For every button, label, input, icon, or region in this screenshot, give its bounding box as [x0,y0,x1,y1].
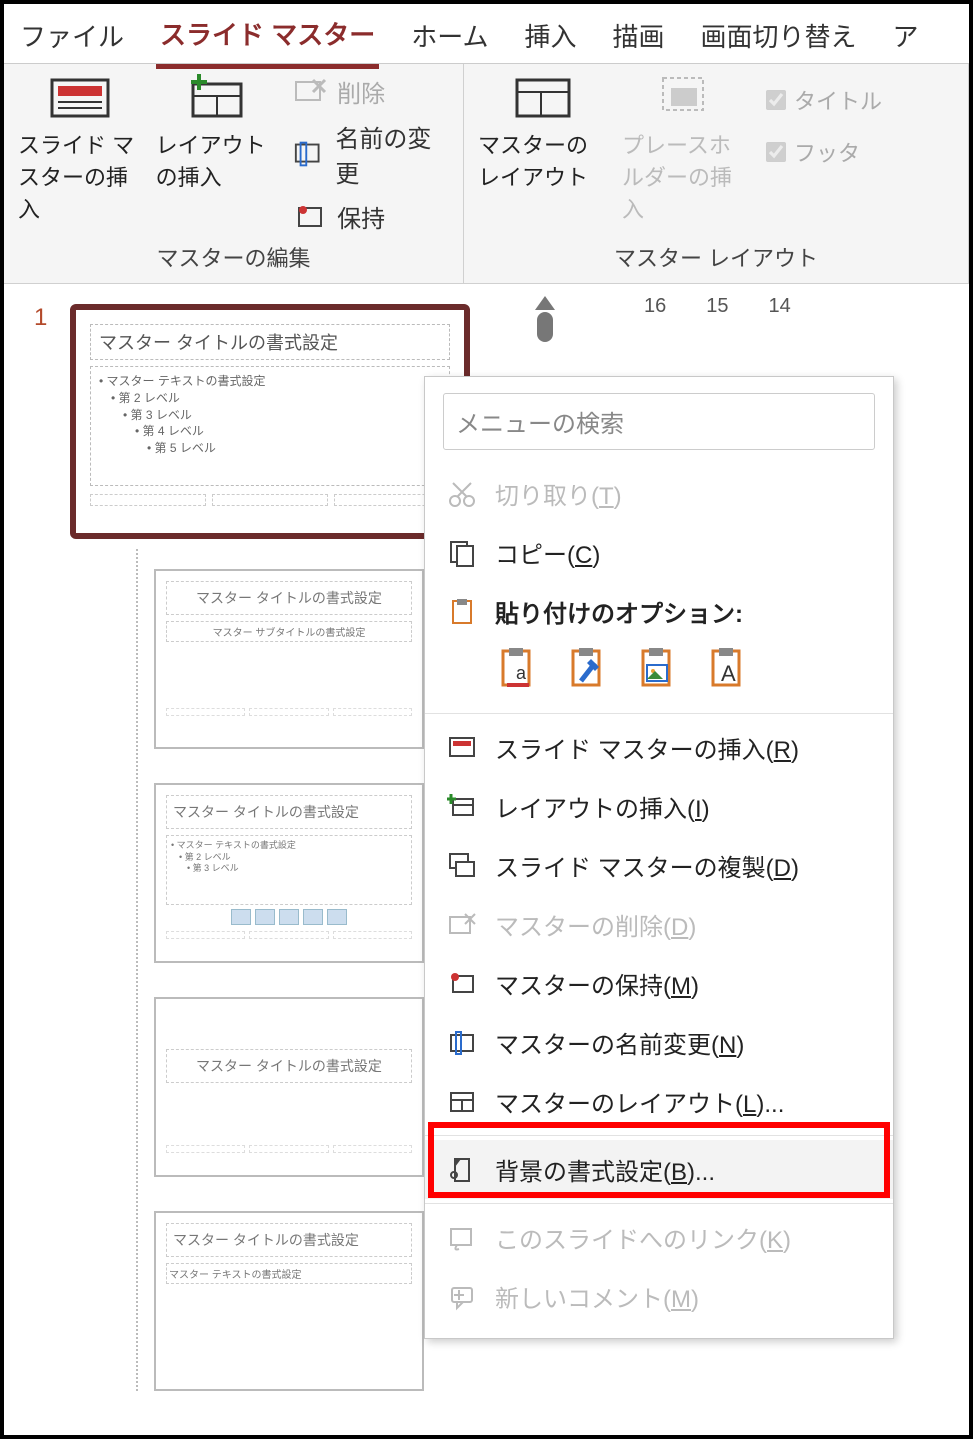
insert-layout-button[interactable]: レイアウトの挿入 [156,74,280,192]
menu-paste-options-header: 貼り付けのオプション: [425,582,893,641]
layout-thumbnail[interactable]: マスター タイトルの書式設定 [154,997,424,1177]
master-slide-thumbnail[interactable]: マスター タイトルの書式設定 • マスター テキストの書式設定 • 第 2 レベ… [70,304,470,539]
layout-thumbnail[interactable]: マスター タイトルの書式設定 マスター サブタイトルの書式設定 [154,569,424,749]
preserve-button[interactable]: 保持 [293,199,449,234]
tab-slide-master[interactable]: スライド マスター [156,9,379,69]
thumb-title: マスター タイトルの書式設定 [166,581,412,615]
tab-insert[interactable]: 挿入 [520,11,580,66]
duplicate-icon [447,851,477,881]
menu-item-preserve-master[interactable]: マスターの保持(M) [425,954,893,1013]
title-checkbox-label: タイトル [794,84,882,116]
footer-checkbox-label: フッタ [794,136,860,168]
copy-icon [447,538,477,568]
paste-use-destination-icon[interactable] [565,645,613,693]
thumb-title: マスター タイトルの書式設定 [166,1223,412,1257]
layout-add-icon [447,792,477,822]
menu-item-copy[interactable]: コピー(C) [425,523,893,582]
thumb-title: マスター タイトルの書式設定 [90,324,450,360]
layout-icon [447,1087,477,1117]
layout-thumbnail[interactable]: マスター タイトルの書式設定 • マスター テキストの書式設定 • 第 2 レベ… [154,783,424,963]
insert-placeholder-button: プレースホルダーの挿入 [622,74,752,224]
menu-item-delete-master: マスターの削除(D) [425,895,893,954]
tab-file[interactable]: ファイル [16,11,128,66]
menu-search-input[interactable]: メニューの検索 [443,393,875,450]
tab-transition[interactable]: 画面切り替え [697,11,861,66]
clipboard-icon [447,597,477,627]
comment-icon [447,1282,477,1312]
insert-slide-master-button[interactable]: スライド マスターの挿入 [18,74,142,224]
menu-item-new-comment: 新しいコメント(M) [425,1267,893,1326]
menu-item-link-to-slide: このスライドへのリンク(K) [425,1208,893,1267]
insert-layout-label: レイアウトの挿入 [156,128,280,192]
paste-picture-icon[interactable] [635,645,683,693]
rename-icon [447,1028,477,1058]
format-background-icon [447,1155,477,1185]
delete-button: 削除 [293,74,449,109]
paste-keep-source-icon[interactable]: a [495,645,543,693]
slide-master-icon [447,733,477,763]
group-master-layout-label: マスター レイアウト [478,237,954,277]
menu-item-master-layout[interactable]: マスターのレイアウト(L)... [425,1072,893,1131]
delete-label: 削除 [337,74,385,109]
insert-slide-master-label: スライド マスターの挿入 [18,128,142,224]
thumb-title: マスター タイトルの書式設定 [166,795,412,829]
insert-placeholder-label: プレースホルダーの挿入 [622,128,752,224]
thumb-subtitle: マスター テキストの書式設定 [166,1263,412,1284]
group-edit-master-label: マスターの編集 [18,237,449,277]
context-menu: メニューの検索 切り取り(T) コピー(C) 貼り付けのオプション: a A ス… [424,376,894,1339]
tab-partial[interactable]: ア [889,11,923,66]
rename-button[interactable]: 名前の変更 [293,119,449,189]
paste-text-only-icon[interactable]: A [705,645,753,693]
menu-item-duplicate-master[interactable]: スライド マスターの複製(D) [425,836,893,895]
tab-draw[interactable]: 描画 [609,11,669,66]
master-layout-button[interactable]: マスターのレイアウト [478,74,608,192]
menu-item-cut: 切り取り(T) [425,464,893,523]
delete-icon [447,910,477,940]
menu-item-rename-master[interactable]: マスターの名前変更(N) [425,1013,893,1072]
thumb-title: マスター タイトルの書式設定 [166,1049,412,1083]
thumb-body: • マスター テキストの書式設定 • 第 2 レベル • 第 3 レベル • 第… [90,366,450,486]
footer-checkbox: フッタ [766,136,882,168]
ribbon: スライド マスターの挿入 レイアウトの挿入 削除 名前の変更 保持 [4,64,969,284]
layout-thumbnail[interactable]: マスター タイトルの書式設定 マスター テキストの書式設定 [154,1211,424,1391]
menu-item-insert-slide-master[interactable]: スライド マスターの挿入(R) [425,718,893,777]
paste-options-row: a A [425,641,893,709]
pin-icon [447,969,477,999]
slide-index: 1 [34,304,52,332]
scissors-icon [447,479,477,509]
preserve-label: 保持 [337,199,385,234]
svg-text:A: A [721,661,736,686]
link-icon [447,1223,477,1253]
master-layout-label: マスターのレイアウト [478,128,608,192]
ribbon-tabs: ファイル スライド マスター ホーム 挿入 描画 画面切り替え ア [4,4,969,64]
menu-item-format-background[interactable]: 背景の書式設定(B)... [425,1140,893,1199]
rename-label: 名前の変更 [335,119,449,189]
menu-item-insert-layout[interactable]: レイアウトの挿入(I) [425,777,893,836]
title-checkbox: タイトル [766,84,882,116]
thumb-subtitle: マスター サブタイトルの書式設定 [166,621,412,642]
tab-home[interactable]: ホーム [407,11,492,66]
svg-text:a: a [516,663,527,683]
